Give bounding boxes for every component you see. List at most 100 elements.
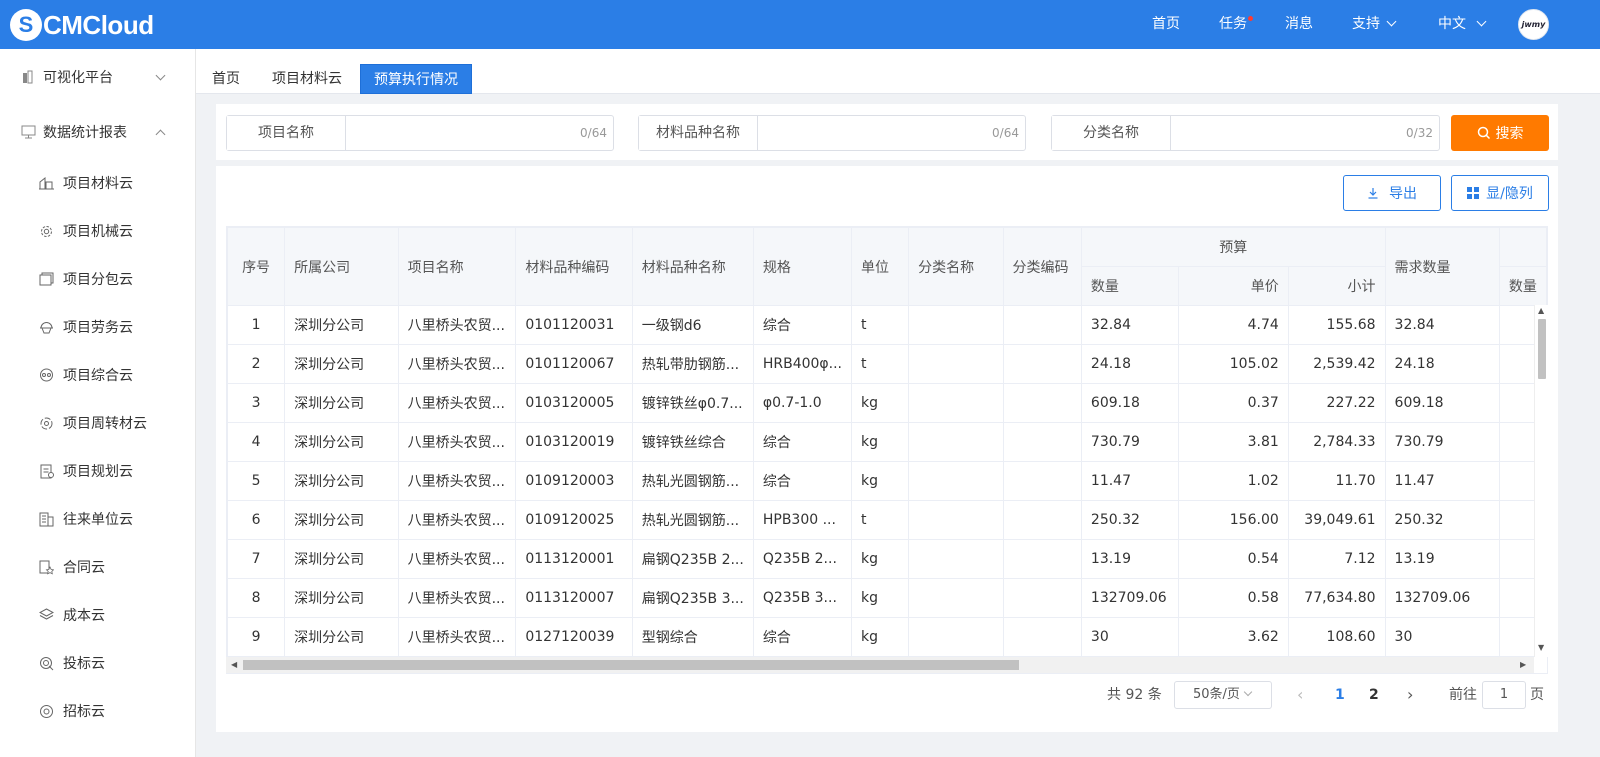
goto-page-input[interactable]: 1 <box>1482 681 1526 709</box>
horizontal-scrollbar[interactable]: ◀ ▶ <box>226 657 1534 673</box>
sidebar-item[interactable]: 项目规划云 <box>0 447 195 495</box>
cell-budget-qty: 32.84 <box>1080 305 1180 345</box>
column-group-budget: 预算 <box>1080 227 1386 267</box>
scroll-up-arrow-icon[interactable]: ▲ <box>1538 306 1544 315</box>
cell-demand-qty: 30 <box>1384 617 1500 657</box>
column-header-spec[interactable]: 规格 <box>752 227 853 306</box>
cell-material-code: 0109120025 <box>515 500 633 540</box>
tab-home[interactable]: 首页 <box>210 64 242 94</box>
cell-category-code <box>1002 500 1082 540</box>
nav-messages[interactable]: 消息 <box>1285 0 1313 49</box>
tab-budget-execution[interactable]: 预算执行情况 <box>360 64 472 94</box>
table-row[interactable]: 8 深圳分公司 八里桥头农贸... 0113120007 扁钢Q235B 3... Q23… <box>227 578 1547 618</box>
column-header-next-qty[interactable]: 数量 <box>1498 266 1547 306</box>
cell-material-name: 型钢综合 <box>631 617 754 657</box>
sidebar-item[interactable]: 成本云 <box>0 591 195 639</box>
scroll-right-arrow-icon[interactable]: ▶ <box>1520 660 1526 669</box>
horizontal-scroll-thumb[interactable] <box>243 660 1019 670</box>
table-row[interactable]: 6 深圳分公司 八里桥头农贸... 0109120025 热轧光圆钢筋... HPB300… <box>227 500 1547 540</box>
sidebar-item[interactable]: 往来单位云 <box>0 495 195 543</box>
cell-index: 1 <box>227 305 286 345</box>
column-header-unit[interactable]: 单位 <box>851 227 910 306</box>
cell-project: 八里桥头农贸... <box>397 305 517 345</box>
nav-support[interactable]: 支持 <box>1352 0 1397 49</box>
table-row[interactable]: 3 深圳分公司 八里桥头农贸... 0103120005 镀锌铁丝φ0.7... φ0.7… <box>227 383 1547 423</box>
table-row[interactable]: 7 深圳分公司 八里桥头农贸... 0113120001 扁钢Q235B 2... Q23… <box>227 539 1547 579</box>
cell-category-name <box>908 305 1004 345</box>
cell-demand-qty: 250.32 <box>1384 500 1500 540</box>
sidebar-item[interactable]: 项目周转材云 <box>0 399 195 447</box>
sidebar-item[interactable]: 项目材料云 <box>0 159 195 207</box>
category-name-input[interactable] <box>1172 116 1402 150</box>
nav-home[interactable]: 首页 <box>1152 0 1180 49</box>
search-button[interactable]: 搜索 <box>1451 115 1549 151</box>
table-row[interactable]: 5 深圳分公司 八里桥头农贸... 0109120003 热轧光圆钢筋... 综合 kg 11… <box>227 461 1547 501</box>
category-name-count: 0/32 <box>1406 126 1433 140</box>
column-header-category-name[interactable]: 分类名称 <box>908 227 1004 306</box>
sidebar-item[interactable]: 合同云 <box>0 543 195 591</box>
pagination-total: 共 92 条 <box>1107 687 1162 703</box>
tab-material-cloud[interactable]: 项目材料云 <box>271 64 343 94</box>
export-button[interactable]: 导出 <box>1343 175 1441 211</box>
cell-material-code: 0103120019 <box>515 422 633 462</box>
app-logo[interactable]: S CMCloud <box>10 9 154 41</box>
column-header-index[interactable]: 序号 <box>227 227 286 306</box>
prev-page-button[interactable]: ‹ <box>1297 681 1303 709</box>
cell-spec: Q235B 2... <box>752 539 853 579</box>
avatar[interactable]: jwmy <box>1518 9 1549 40</box>
cell-project: 八里桥头农贸... <box>397 539 517 579</box>
table-row[interactable]: 2 深圳分公司 八里桥头农贸... 0101120067 热轧带肋钢筋... HRB400… <box>227 344 1547 384</box>
sidebar-item[interactable]: 项目综合云 <box>0 351 195 399</box>
page-size-select[interactable]: 50条/页 <box>1174 681 1272 709</box>
layers-box-icon <box>38 271 55 288</box>
sidebar-item[interactable]: 投标云 <box>0 639 195 687</box>
column-header-material-name[interactable]: 材料品种名称 <box>631 227 754 306</box>
scroll-left-arrow-icon[interactable]: ◀ <box>231 660 237 669</box>
office-building-icon <box>38 511 55 528</box>
column-header-budget-qty[interactable]: 数量 <box>1080 266 1180 306</box>
report-icon <box>20 124 37 141</box>
nav-tasks[interactable]: 任务 <box>1219 0 1253 49</box>
column-header-project[interactable]: 项目名称 <box>397 227 517 306</box>
column-header-category-code[interactable]: 分类编码 <box>1002 227 1082 306</box>
bar-chart-icon <box>20 69 37 86</box>
sidebar-group-visual-platform[interactable]: 可视化平台 <box>0 53 195 101</box>
cell-budget-qty: 11.47 <box>1080 461 1180 501</box>
material-name-field: 材料品种名称 0/64 <box>638 115 1026 151</box>
next-page-button[interactable]: › <box>1407 681 1413 709</box>
sidebar-item-label: 项目分包云 <box>63 272 133 288</box>
sidebar-item[interactable]: 招标云 <box>0 687 195 735</box>
page-1-button[interactable]: 1 <box>1335 681 1345 709</box>
column-header-subtotal[interactable]: 小计 <box>1287 266 1386 306</box>
table-row[interactable]: 4 深圳分公司 八里桥头农贸... 0103120019 镀锌铁丝综合 综合 kg 730.7… <box>227 422 1547 462</box>
chevron-down-icon <box>1476 16 1487 27</box>
chevron-down-icon <box>1243 687 1253 697</box>
vertical-scroll-thumb[interactable] <box>1538 319 1546 379</box>
cell-subtotal: 2,784.33 <box>1287 422 1386 462</box>
sidebar-group-label: 可视化平台 <box>43 70 113 86</box>
logo-text: CMCloud <box>43 9 154 40</box>
column-header-demand-qty[interactable]: 需求数量 <box>1384 227 1500 306</box>
toggle-columns-button[interactable]: 显/隐列 <box>1451 175 1549 211</box>
table-row[interactable]: 1 深圳分公司 八里桥头农贸... 0101120031 一级钢d6 综合 t 32.84 4.… <box>227 305 1547 345</box>
table-row[interactable]: 9 深圳分公司 八里桥头农贸... 0127120039 型钢综合 综合 kg 30 3.62 1… <box>227 617 1547 657</box>
column-header-material-code[interactable]: 材料品种编码 <box>515 227 633 306</box>
cell-subtotal: 108.60 <box>1287 617 1386 657</box>
sidebar-item[interactable]: 项目劳务云 <box>0 303 195 351</box>
sidebar-group-data-reports[interactable]: 数据统计报表 <box>0 108 195 156</box>
language-switcher[interactable]: 中文 <box>1438 0 1487 49</box>
cell-category-code <box>1002 383 1082 423</box>
cell-index: 5 <box>227 461 286 501</box>
scroll-down-arrow-icon[interactable]: ▼ <box>1538 643 1544 652</box>
sidebar-item[interactable]: 项目机械云 <box>0 207 195 255</box>
tender-check-icon <box>38 703 55 720</box>
cell-category-name <box>908 578 1004 618</box>
column-header-unit-price[interactable]: 单价 <box>1178 266 1289 306</box>
column-header-company[interactable]: 所属公司 <box>284 227 399 306</box>
material-name-input[interactable] <box>759 116 989 150</box>
sidebar-item[interactable]: 项目分包云 <box>0 255 195 303</box>
cell-index: 9 <box>227 617 286 657</box>
page-2-button[interactable]: 2 <box>1369 681 1379 709</box>
vertical-scrollbar[interactable]: ▲ ▼ <box>1534 305 1548 657</box>
project-name-input[interactable] <box>347 116 577 150</box>
